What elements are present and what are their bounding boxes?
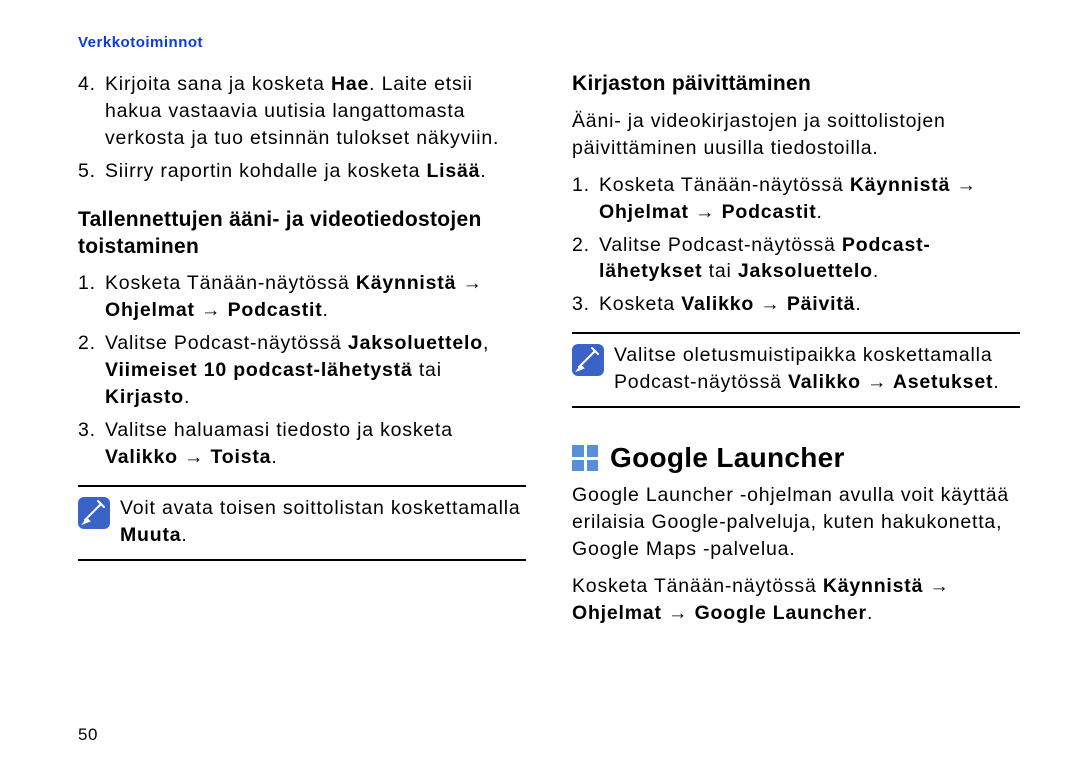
list-item: 3. Valitse haluamasi tiedosto ja kosketa…	[78, 417, 526, 471]
list-item: 1. Kosketa Tänään-näytössä Käynnistä → O…	[78, 270, 526, 324]
list-number: 5.	[78, 158, 105, 185]
ordered-list: 1. Kosketa Tänään-näytössä Käynnistä → O…	[572, 172, 1020, 319]
bold-text: Viimeiset 10 podcast-lähetystä	[105, 359, 413, 381]
text: .	[817, 201, 823, 223]
bold-text: Valikko → Asetukset	[788, 371, 993, 393]
note-text: Voit avata toisen soittolistan koskettam…	[120, 495, 526, 549]
list-number: 2.	[572, 232, 599, 259]
text: Kosketa Tänään-näytössä	[105, 272, 356, 294]
text: Valitse haluamasi tiedosto ja kosketa	[105, 419, 453, 441]
text: .	[181, 524, 187, 546]
list-body: Kosketa Valikko → Päivitä.	[599, 291, 1020, 318]
list-item: 1. Kosketa Tänään-näytössä Käynnistä → O…	[572, 172, 1020, 226]
continued-ordered-list: 4. Kirjoita sana ja kosketa Hae. Laite e…	[78, 71, 526, 185]
section-heading: Kirjaston päivittäminen	[572, 71, 1020, 98]
running-header: Verkkotoiminnot	[78, 34, 1020, 51]
list-body: Kosketa Tänään-näytössä Käynnistä → Ohje…	[105, 270, 526, 324]
right-column: Kirjaston päivittäminen Ääni- ja videoki…	[572, 71, 1020, 637]
paragraph: Ääni- ja videokirjastojen ja soittolisto…	[572, 108, 1020, 162]
ordered-list: 1. Kosketa Tänään-näytössä Käynnistä → O…	[78, 270, 526, 470]
list-body: Siirry raportin kohdalle ja kosketa Lisä…	[105, 158, 526, 185]
text: .	[855, 293, 861, 315]
list-body: Valitse Podcast-näytössä Podcast-lähetyk…	[599, 232, 1020, 286]
text: .	[867, 602, 873, 624]
text: Kosketa Tänään-näytössä	[599, 174, 850, 196]
text: tai	[413, 359, 442, 381]
text: Kosketa Tänään-näytössä	[572, 575, 823, 597]
text: Valitse Podcast-näytössä	[105, 332, 348, 354]
list-body: Kosketa Tänään-näytössä Käynnistä → Ohje…	[599, 172, 1020, 226]
page-number: 50	[78, 725, 98, 745]
note-icon	[572, 344, 604, 376]
list-item: 2. Valitse Podcast-näytössä Jaksoluettel…	[78, 330, 526, 411]
bold-text: Kirjasto	[105, 386, 184, 408]
list-body: Valitse Podcast-näytössä Jaksoluettelo, …	[105, 330, 526, 411]
note-icon	[78, 497, 110, 529]
windows-icon	[572, 445, 598, 471]
text: tai	[702, 260, 737, 282]
text: Voit avata toisen soittolistan koskettam…	[120, 497, 520, 519]
bold-text: Valikko → Toista	[105, 446, 271, 468]
text: ,	[483, 332, 489, 354]
section-heading: Tallennettujen ääni- ja videotiedostojen…	[78, 207, 526, 261]
two-column-layout: 4. Kirjoita sana ja kosketa Hae. Laite e…	[78, 71, 1020, 637]
text: Kirjoita sana ja kosketa	[105, 73, 331, 95]
paragraph: Kosketa Tänään-näytössä Käynnistä → Ohje…	[572, 573, 1020, 627]
list-number: 3.	[572, 291, 599, 318]
list-item: 2. Valitse Podcast-näytössä Podcast-lähe…	[572, 232, 1020, 286]
note-text: Valitse oletusmuistipaikka koskettamalla…	[614, 342, 1020, 396]
list-number: 4.	[78, 71, 105, 98]
left-column: 4. Kirjoita sana ja kosketa Hae. Laite e…	[78, 71, 526, 637]
list-body: Valitse haluamasi tiedosto ja kosketa Va…	[105, 417, 526, 471]
text: .	[480, 160, 486, 182]
bold-text: Lisää	[426, 160, 480, 182]
note-box: Valitse oletusmuistipaikka koskettamalla…	[572, 332, 1020, 408]
text: .	[993, 371, 999, 393]
text: .	[873, 260, 879, 282]
bold-text: Hae	[331, 73, 369, 95]
text: .	[271, 446, 277, 468]
text: .	[323, 299, 329, 321]
text: .	[184, 386, 190, 408]
list-number: 1.	[572, 172, 599, 199]
bold-text: Jaksoluettelo	[348, 332, 483, 354]
text: Siirry raportin kohdalle ja kosketa	[105, 160, 426, 182]
list-item: 3. Kosketa Valikko → Päivitä.	[572, 291, 1020, 318]
paragraph: Google Launcher -ohjelman avulla voit kä…	[572, 482, 1020, 563]
list-number: 2.	[78, 330, 105, 357]
list-body: Kirjoita sana ja kosketa Hae. Laite etsi…	[105, 71, 526, 152]
page: Verkkotoiminnot 4. Kirjoita sana ja kosk…	[0, 0, 1080, 765]
bold-text: Valikko → Päivitä	[681, 293, 855, 315]
bold-text: Muuta	[120, 524, 181, 546]
list-item: 4. Kirjoita sana ja kosketa Hae. Laite e…	[78, 71, 526, 152]
list-number: 1.	[78, 270, 105, 297]
text: Valitse Podcast-näytössä	[599, 234, 842, 256]
bold-text: Jaksoluettelo	[738, 260, 873, 282]
chapter-heading-row: Google Launcher	[572, 442, 1020, 474]
note-box: Voit avata toisen soittolistan koskettam…	[78, 485, 526, 561]
list-item: 5. Siirry raportin kohdalle ja kosketa L…	[78, 158, 526, 185]
text: Kosketa	[599, 293, 681, 315]
chapter-heading: Google Launcher	[610, 442, 845, 474]
list-number: 3.	[78, 417, 105, 444]
